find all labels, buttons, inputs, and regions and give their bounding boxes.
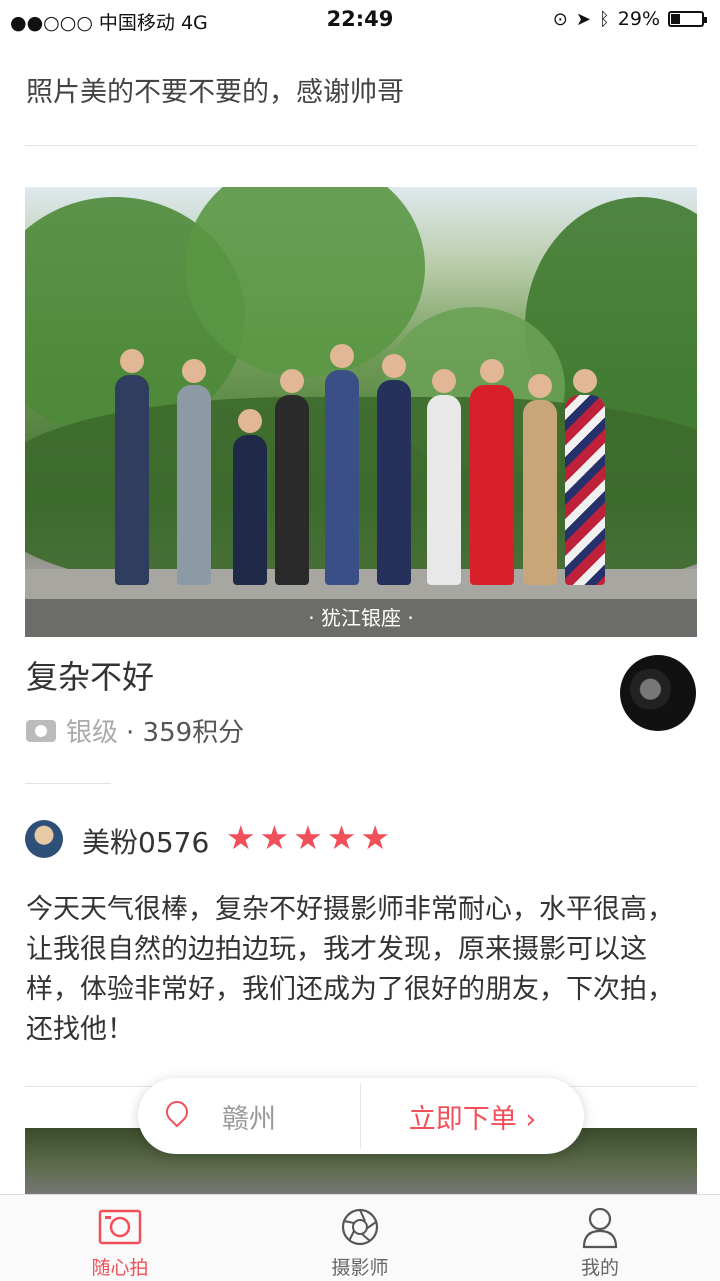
photographer-meta: 银级 · 359积分 [26,712,244,749]
bluetooth-icon: ᛒ [598,8,610,30]
rating-stars: ★★★★★ [226,818,394,857]
aperture-icon [341,1208,379,1246]
location-caption: · 犹江银座 · [25,599,697,637]
person-figure [523,374,557,585]
photographer-name[interactable]: 复杂不好 [26,652,154,698]
person-figure [377,354,411,585]
short-divider [25,783,111,784]
battery-percent: 29% [617,8,660,30]
review-text: 今天天气很棒，复杂不好摄影师非常耐心，水平很高，让我很自然的边拍边玩，我才发现，… [26,894,674,1045]
tab-random-shoot[interactable]: 随心拍 [0,1195,240,1281]
order-now-button[interactable]: 立即下单 › [361,1097,584,1136]
photographer-points: · 359积分 [126,718,245,748]
photographer-level: 银级 [66,718,119,748]
tab-label: 摄影师 [331,1257,389,1279]
battery-icon [668,11,707,27]
tab-mine[interactable]: 我的 [480,1195,720,1281]
lock-rotation-icon: ⊙ [552,8,568,30]
location-arrow-icon: ➤ [575,8,591,30]
status-right: ⊙ ➤ ᛒ 29% [552,8,707,30]
camera-icon [98,1209,142,1245]
location-pin-icon [161,1095,193,1128]
person-figure [275,369,309,585]
previous-review-text: 照片美的不要不要的，感谢帅哥 [26,77,404,108]
person-icon [582,1207,618,1249]
floating-action-bar: 赣州 立即下单 › [138,1078,584,1154]
bottom-tab-bar: 随心拍 摄影师 我的 [0,1194,720,1281]
person-figure [115,349,149,585]
status-bar: ●●○○○ 中国移动 4G 22:49 ⊙ ➤ ᛒ 29% [0,0,720,38]
camera-level-icon [26,719,56,742]
person-figure [470,359,514,585]
person-figure [325,344,359,585]
tab-label: 随心拍 [91,1257,149,1279]
tab-label: 我的 [580,1257,619,1279]
person-figure [233,409,267,585]
city-selector[interactable]: 赣州 [138,1095,360,1136]
tab-photographers[interactable]: 摄影师 [240,1195,480,1281]
person-figure [177,359,211,585]
divider [25,145,697,146]
person-figure [427,369,461,585]
person-figure [565,369,605,585]
reviewer-avatar [25,820,63,858]
reviewer-name: 美粉0576 [82,826,210,859]
city-label: 赣州 [222,1103,276,1135]
photographer-avatar[interactable] [620,655,696,731]
sample-photo[interactable]: · 犹江银座 · [25,187,697,637]
